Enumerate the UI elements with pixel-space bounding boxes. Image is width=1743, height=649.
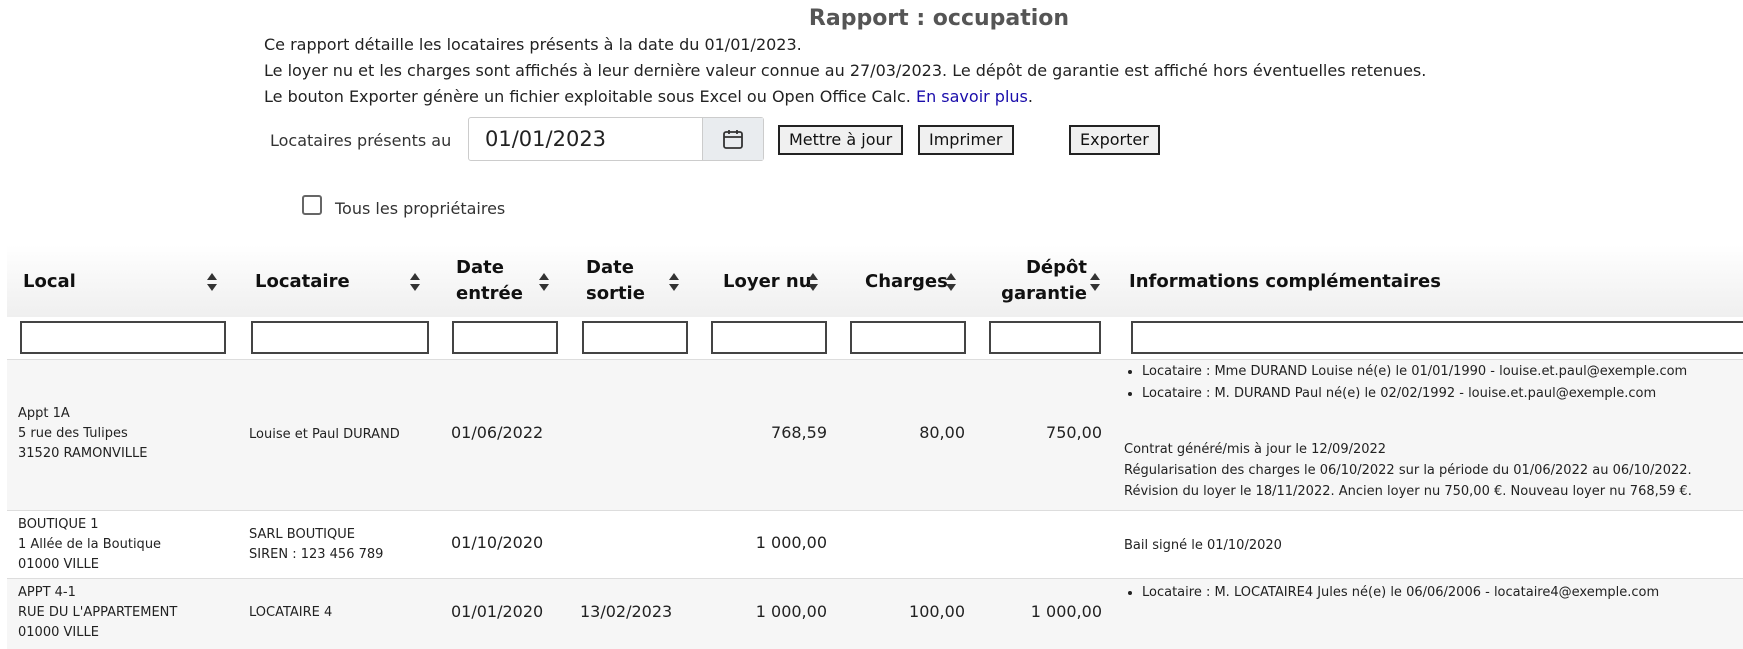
- sort-icon[interactable]: [945, 272, 957, 292]
- cell-locataire: SARL BOUTIQUE SIREN : 123 456 789: [249, 525, 383, 565]
- info-bullet: Locataire : Mme DURAND Louise né(e) le 0…: [1142, 361, 1692, 383]
- cell-date-entree: 01/10/2020: [451, 533, 544, 552]
- col-header-loyer-nu[interactable]: Loyer nu: [723, 269, 812, 295]
- cell-loyer-nu: 768,59: [771, 423, 827, 442]
- info-bullet: Locataire : M. DURAND Paul né(e) le 02/0…: [1142, 383, 1692, 405]
- cell-date-entree: 01/01/2020: [451, 602, 544, 621]
- cell-date-entree: 01/06/2022: [451, 423, 544, 442]
- col-header-charges[interactable]: Charges: [865, 269, 948, 295]
- local-line: RUE DU L'APPARTEMENT: [18, 605, 178, 620]
- filter-input-locataire[interactable]: [251, 321, 429, 354]
- filter-input-local[interactable]: [20, 321, 226, 354]
- cell-depot: 1 000,00: [1030, 602, 1102, 621]
- filter-row: [7, 317, 1743, 359]
- col-header-depot-line1: Dépôt: [1025, 257, 1087, 278]
- date-input[interactable]: [485, 118, 685, 160]
- info-note: Régularisation des charges le 06/10/2022…: [1124, 463, 1692, 478]
- sort-icon[interactable]: [668, 272, 680, 292]
- local-line: 01000 VILLE: [18, 557, 99, 572]
- local-line: 1 Allée de la Boutique: [18, 537, 162, 552]
- info-note: Contrat généré/mis à jour le 12/09/2022: [1124, 442, 1387, 457]
- locataire-line: SARL BOUTIQUE: [249, 527, 355, 542]
- cell-locataire: LOCATAIRE 4: [249, 603, 332, 623]
- cell-loyer-nu: 1 000,00: [755, 533, 827, 552]
- cell-infos: Locataire : Mme DURAND Louise né(e) le 0…: [1124, 361, 1692, 502]
- locataire-line: Louise et Paul DURAND: [249, 427, 400, 442]
- calendar-icon: [723, 130, 743, 149]
- local-line: BOUTIQUE 1: [18, 517, 99, 532]
- cell-date-sortie: 13/02/2023: [580, 602, 673, 621]
- table-row[interactable]: Appt 1A 5 rue des Tulipes 31520 RAMONVIL…: [7, 359, 1743, 511]
- info-note: Bail signé le 01/10/2020: [1124, 538, 1282, 553]
- learn-more-link[interactable]: En savoir plus: [916, 87, 1028, 106]
- info-note: Révision du loyer le 18/11/2022. Ancien …: [1124, 484, 1692, 499]
- local-line: Appt 1A: [18, 406, 70, 421]
- col-header-infos[interactable]: Informations complémentaires: [1129, 269, 1441, 295]
- locataire-line: SIREN : 123 456 789: [249, 547, 384, 562]
- col-header-date-entree[interactable]: Date entrée: [456, 255, 523, 307]
- sort-icon[interactable]: [1089, 272, 1101, 292]
- col-header-date-entree-line1: Date: [456, 257, 504, 278]
- calendar-button[interactable]: [702, 118, 763, 160]
- table-row[interactable]: APPT 4-1 RUE DU L'APPARTEMENT 01000 VILL…: [7, 578, 1743, 649]
- filter-input-loyer-nu[interactable]: [711, 321, 827, 354]
- table-header: Local Locataire Date entrée Date sortie …: [7, 245, 1743, 317]
- filter-input-date-entree[interactable]: [452, 321, 558, 354]
- col-header-local[interactable]: Local: [23, 269, 76, 295]
- local-line: 31520 RAMONVILLE: [18, 446, 148, 461]
- filter-input-date-sortie[interactable]: [582, 321, 688, 354]
- update-button[interactable]: Mettre à jour: [778, 125, 904, 155]
- col-header-depot-line2: garantie: [1001, 283, 1087, 304]
- all-owners-checkbox[interactable]: [302, 195, 322, 215]
- intro-line-2: Le loyer nu et les charges sont affichés…: [264, 61, 1427, 80]
- date-label: Locataires présents au: [270, 131, 452, 150]
- col-header-date-entree-line2: entrée: [456, 283, 523, 304]
- print-button[interactable]: Imprimer: [918, 125, 1014, 155]
- sort-icon[interactable]: [206, 272, 218, 292]
- cell-charges: 100,00: [909, 602, 965, 621]
- cell-locataire: Louise et Paul DURAND: [249, 425, 400, 445]
- local-line: 01000 VILLE: [18, 625, 99, 640]
- intro-line-3-text: Le bouton Exporter génère un fichier exp…: [264, 87, 911, 106]
- info-bullet: Locataire : M. LOCATAIRE4 Jules né(e) le…: [1142, 582, 1659, 604]
- col-header-date-sortie[interactable]: Date sortie: [586, 255, 645, 307]
- sort-icon[interactable]: [538, 272, 550, 292]
- cell-local: Appt 1A 5 rue des Tulipes 31520 RAMONVIL…: [18, 404, 148, 464]
- cell-local: APPT 4-1 RUE DU L'APPARTEMENT 01000 VILL…: [18, 583, 177, 643]
- intro-line-3: Le bouton Exporter génère un fichier exp…: [264, 87, 1033, 106]
- local-line: APPT 4-1: [18, 585, 76, 600]
- cell-depot: 750,00: [1046, 423, 1102, 442]
- cell-loyer-nu: 1 000,00: [755, 602, 827, 621]
- cell-infos: Locataire : M. LOCATAIRE4 Jules né(e) le…: [1124, 582, 1659, 604]
- locataire-line: LOCATAIRE 4: [249, 605, 333, 620]
- cell-charges: 80,00: [919, 423, 965, 442]
- sort-icon[interactable]: [807, 272, 819, 292]
- cell-local: BOUTIQUE 1 1 Allée de la Boutique 01000 …: [18, 515, 161, 575]
- export-button[interactable]: Exporter: [1069, 125, 1160, 155]
- filter-input-infos[interactable]: [1131, 321, 1743, 354]
- col-header-date-sortie-line1: Date: [586, 257, 634, 278]
- page-title: Rapport : occupation: [808, 6, 1070, 31]
- date-field: [468, 117, 764, 161]
- intro-line-1: Ce rapport détaille les locataires prése…: [264, 35, 802, 54]
- table-row[interactable]: BOUTIQUE 1 1 Allée de la Boutique 01000 …: [7, 510, 1743, 579]
- filter-input-charges[interactable]: [850, 321, 966, 354]
- sort-icon[interactable]: [409, 272, 421, 292]
- info-bullet-list: Locataire : Mme DURAND Louise né(e) le 0…: [1124, 361, 1692, 405]
- learn-more-suffix: .: [1027, 87, 1033, 106]
- info-bullet-list: Locataire : M. LOCATAIRE4 Jules né(e) le…: [1124, 582, 1659, 604]
- col-header-depot[interactable]: Dépôt garantie: [997, 255, 1087, 307]
- all-owners-label: Tous les propriétaires: [335, 199, 506, 218]
- col-header-date-sortie-line2: sortie: [586, 283, 645, 304]
- col-header-locataire[interactable]: Locataire: [255, 269, 350, 295]
- local-line: 5 rue des Tulipes: [18, 426, 128, 441]
- filter-input-depot[interactable]: [989, 321, 1101, 354]
